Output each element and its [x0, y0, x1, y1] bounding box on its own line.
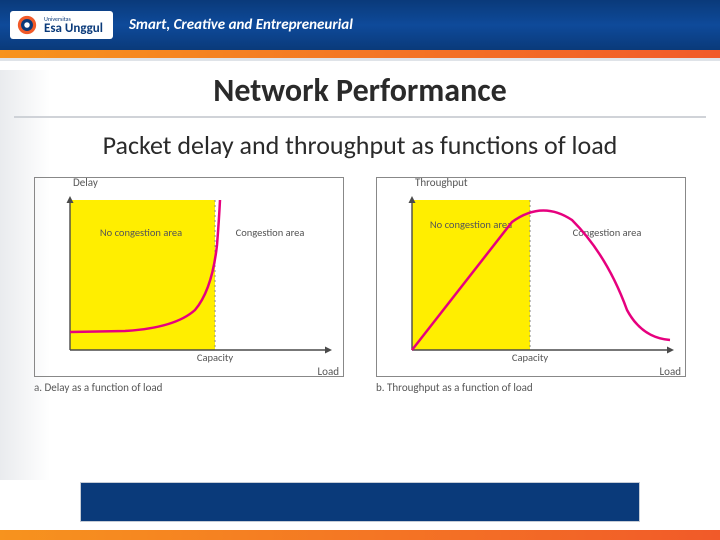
chart-a-svg: [70, 200, 328, 360]
slide-header: Universitas Esa Unggul Smart, Creative a…: [0, 0, 720, 50]
header-accent-bar: [0, 50, 720, 58]
esa-unggul-logo-icon: [16, 14, 38, 36]
chart-b-caption: b. Throughput as a function of load: [376, 377, 686, 394]
university-name: Esa Unggul: [44, 22, 103, 35]
chart-a-axes: No congestion area Congestion area Capac…: [70, 200, 328, 350]
charts-container: Delay No congestion area Congestion area…: [0, 167, 720, 394]
university-logo: Universitas Esa Unggul: [10, 11, 113, 39]
chart-delay: Delay No congestion area Congestion area…: [34, 177, 344, 394]
chart-throughput: Throughput No congestion area Congestion…: [376, 177, 686, 394]
chart-b-ylabel: Throughput: [415, 176, 468, 189]
chart-a-capacity-tick: Capacity: [197, 351, 233, 364]
chart-b-capacity-tick: Capacity: [512, 351, 548, 364]
footer-bar: [80, 482, 640, 522]
footer-accent-line: [0, 530, 720, 540]
chart-b-axes: No congestion area Congestion area Capac…: [412, 200, 670, 350]
slide-footer: [0, 482, 720, 540]
tagline: Smart, Creative and Entrepreneurial: [129, 16, 353, 34]
chart-a-caption: a. Delay as a function of load: [34, 377, 344, 394]
slide-title: Network Performance: [14, 61, 706, 118]
slide-subtitle: Packet delay and throughput as functions…: [0, 118, 720, 167]
chart-a-ylabel: Delay: [73, 176, 98, 189]
chart-a-xlabel: Load: [318, 365, 339, 378]
chart-b-svg: [412, 200, 670, 360]
chart-b-xlabel: Load: [660, 365, 681, 378]
